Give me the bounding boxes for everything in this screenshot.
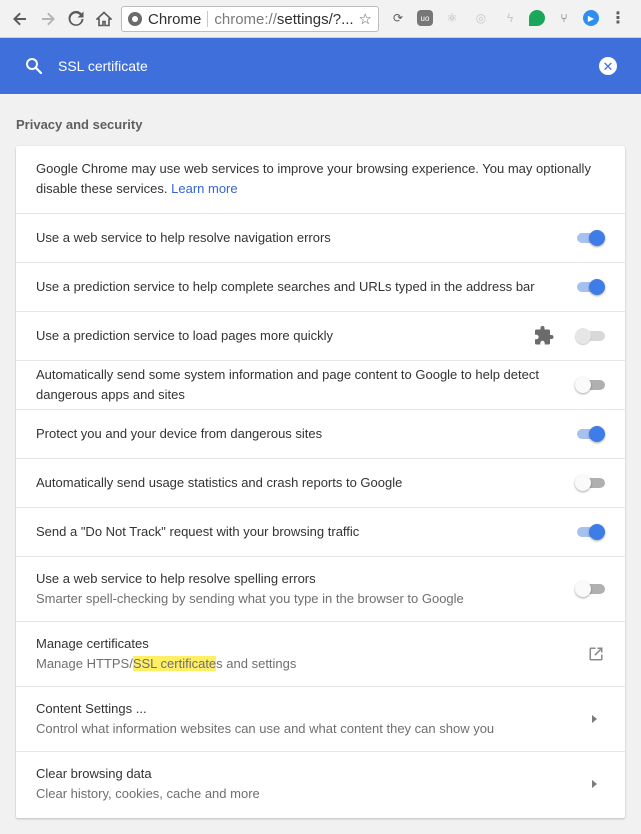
reload-button[interactable]	[62, 5, 90, 33]
url-text: chrome://settings/?...	[214, 11, 354, 28]
arrow-right-icon	[42, 12, 55, 25]
clear-browsing-text: Clear browsing data Clear history, cooki…	[36, 764, 555, 804]
setting-row-usage-statistics[interactable]: Automatically send usage statistics and …	[16, 458, 625, 507]
menu-kebab-icon[interactable]: ⋮	[608, 8, 628, 28]
content-settings-sublabel: Control what information websites can us…	[36, 721, 495, 736]
chrome-page-icon	[128, 12, 142, 26]
setting-label: Use a web service to help resolve naviga…	[36, 230, 331, 245]
setting-row-page-preload[interactable]: Use a prediction service to load pages m…	[16, 311, 625, 360]
home-button[interactable]	[90, 5, 118, 33]
setting-label: Use a prediction service to load pages m…	[36, 328, 333, 343]
circle-extension-icon[interactable]: ◎	[471, 8, 491, 28]
content-settings-row[interactable]: Content Settings ... Control what inform…	[16, 686, 625, 751]
chevron-right-icon	[592, 780, 597, 788]
search-icon[interactable]	[24, 56, 44, 76]
bookmark-star-icon[interactable]: ☆	[359, 10, 372, 28]
setting-label: Automatically send some system informati…	[36, 367, 539, 402]
search-input[interactable]: SSL certificate	[58, 58, 148, 74]
puzzle-extension-icon[interactable]	[535, 326, 555, 346]
hangouts-extension-icon[interactable]	[529, 10, 545, 26]
address-bar[interactable]: Chrome chrome://settings/?... ☆	[121, 6, 379, 32]
reload-icon	[68, 10, 84, 26]
privacy-settings-card: Google Chrome may use web services to im…	[16, 146, 625, 818]
setting-label: Automatically send usage statistics and …	[36, 475, 403, 490]
manage-certificates-row[interactable]: Manage certificates Manage HTTPS/SSL cer…	[16, 621, 625, 686]
omnibox-separator	[207, 11, 209, 27]
manage-certificates-text: Manage certificates Manage HTTPS/SSL cer…	[36, 634, 555, 674]
sublabel-prefix: Manage HTTPS/	[36, 656, 133, 671]
ublock-extension-icon[interactable]: uo	[417, 10, 433, 26]
toggle-switch[interactable]	[575, 475, 605, 491]
intro-text: Google Chrome may use web services to im…	[36, 161, 591, 196]
bolt-extension-icon[interactable]: ϟ	[500, 8, 520, 28]
clear-browsing-title: Clear browsing data	[36, 766, 152, 781]
setting-label: Use a prediction service to help complet…	[36, 279, 535, 294]
arrow-left-icon	[13, 12, 26, 25]
toggle-switch[interactable]	[575, 230, 605, 246]
open-in-new-icon[interactable]	[587, 645, 605, 663]
setting-row-safe-browsing-reports[interactable]: Automatically send some system informati…	[16, 360, 625, 409]
extensions-area: ⟳ uo ⚛ ◎ ϟ ⑂ ▶ ⋮	[388, 8, 628, 28]
setting-sublabel: Smarter spell-checking by sending what y…	[36, 591, 464, 606]
git-extension-icon[interactable]: ⑂	[554, 8, 574, 28]
setting-label: Use a web service to help resolve spelli…	[36, 571, 316, 586]
home-icon	[96, 10, 112, 26]
omnibox-chip: Chrome	[148, 10, 202, 28]
toggle-switch[interactable]	[575, 377, 605, 393]
content-settings-title: Content Settings ...	[36, 701, 147, 716]
setting-row-safe-browsing[interactable]: Protect you and your device from dangero…	[16, 409, 625, 458]
setting-label: Protect you and your device from dangero…	[36, 426, 323, 441]
setting-text-block: Use a web service to help resolve spelli…	[36, 569, 555, 609]
clear-browsing-data-row[interactable]: Clear browsing data Clear history, cooki…	[16, 751, 625, 818]
clear-browsing-sublabel: Clear history, cookies, cache and more	[36, 786, 260, 801]
setting-label: Send a "Do Not Track" request with your …	[36, 524, 360, 539]
content-settings-text: Content Settings ... Control what inform…	[36, 699, 555, 739]
close-icon: ✕	[602, 58, 614, 74]
manage-certificates-title: Manage certificates	[36, 636, 149, 651]
settings-search-bar: SSL certificate ✕	[0, 38, 641, 94]
zoom-extension-icon[interactable]: ▶	[583, 10, 599, 26]
react-extension-icon[interactable]: ⚛	[442, 8, 462, 28]
back-button[interactable]	[6, 5, 34, 33]
toggle-switch[interactable]	[575, 581, 605, 597]
intro-row: Google Chrome may use web services to im…	[16, 146, 625, 213]
learn-more-link[interactable]: Learn more	[171, 181, 237, 196]
section-title: Privacy and security	[16, 117, 143, 132]
sync-extension-icon[interactable]: ⟳	[388, 8, 408, 28]
toggle-switch[interactable]	[575, 279, 605, 295]
setting-row-navigation-errors[interactable]: Use a web service to help resolve naviga…	[16, 213, 625, 262]
forward-button[interactable]	[34, 5, 62, 33]
browser-toolbar: Chrome chrome://settings/?... ☆ ⟳ uo ⚛ ◎…	[0, 0, 641, 38]
manage-certificates-sublabel: Manage HTTPS/SSL certificates and settin…	[36, 654, 555, 674]
sublabel-suffix: s and settings	[216, 656, 297, 671]
url-scheme: chrome://	[214, 10, 277, 28]
setting-row-do-not-track[interactable]: Send a "Do Not Track" request with your …	[16, 507, 625, 556]
search-highlight: SSL certificate	[132, 656, 217, 671]
url-path: settings/?...	[276, 10, 354, 28]
clear-search-button[interactable]: ✕	[599, 57, 617, 75]
setting-row-spelling-service[interactable]: Use a web service to help resolve spelli…	[16, 556, 625, 621]
intro-text-block: Google Chrome may use web services to im…	[36, 159, 605, 199]
toggle-switch[interactable]	[575, 524, 605, 540]
toggle-switch	[575, 328, 605, 344]
chevron-right-icon	[592, 715, 597, 723]
setting-row-search-prediction[interactable]: Use a prediction service to help complet…	[16, 262, 625, 311]
toggle-switch[interactable]	[575, 426, 605, 442]
